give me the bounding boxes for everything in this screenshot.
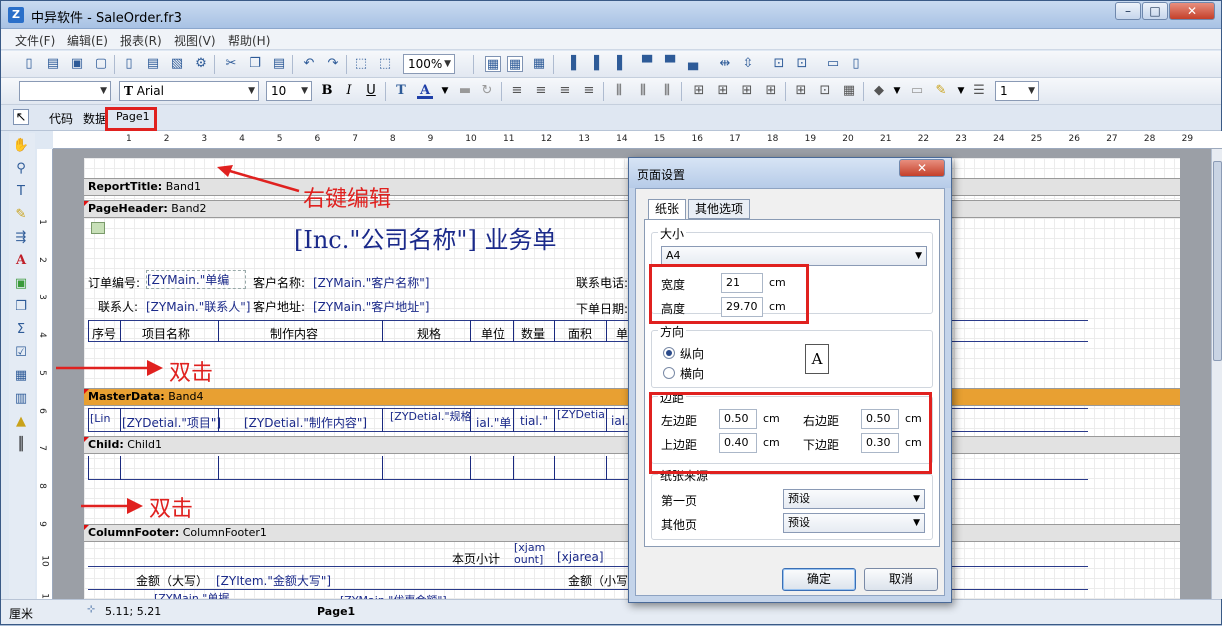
other-pages-select[interactable]: 预设 ▼ [783,513,925,533]
dialog-title: 页面设置 [637,168,686,182]
status-unit: 厘米 [9,607,34,621]
paper-size-select[interactable]: A4 ▼ [661,246,927,266]
other-pages-value: 预设 [788,516,810,529]
portrait-label[interactable]: 纵向 [680,345,704,362]
highlight-margins [649,392,932,474]
dialog-title-bar: 页面设置 ✕ [629,158,951,188]
annotation-arrows [56,165,300,514]
first-page-select[interactable]: 预设 ▼ [783,489,925,509]
landscape-radio[interactable] [663,367,675,379]
cancel-button[interactable]: 取消 [864,568,938,591]
first-page-label: 第一页 [661,494,698,508]
size-group-label: 大小 [658,225,687,242]
annotation-double-click-2: 双击 [149,497,194,522]
scroll-thumb[interactable] [1213,161,1222,361]
status-coords: 5.11; 5.21 [105,605,162,618]
tab-other-options[interactable]: 其他选项 [688,199,751,219]
status-bar: 厘米 ⊹ 5.11; 5.21 Page1 [1,599,1221,624]
highlight-size-fields [649,264,809,324]
chevron-down-icon: ▼ [913,518,920,528]
annotation-double-click-1: 双击 [169,361,214,386]
tab-paper[interactable]: 纸张 [648,199,687,220]
chevron-down-icon: ▼ [915,251,922,261]
portrait-radio[interactable] [663,347,675,359]
annotation-right-click-edit: 右键编辑 [303,187,392,212]
other-pages-label: 其他页 [661,518,698,532]
chevron-down-icon: ▼ [913,494,920,504]
paper-size-value: A4 [666,249,681,262]
orientation-preview-icon: A [805,344,829,374]
first-page-value: 预设 [788,492,810,505]
vertical-scrollbar[interactable] [1211,149,1222,599]
ok-button[interactable]: 确定 [782,568,856,591]
status-page: Page1 [317,605,356,618]
cursor-icon: ⊹ [87,604,96,615]
landscape-label[interactable]: 横向 [680,365,704,382]
main-window: Z 中异软件 - SaleOrder.fr3 – □ ✕ 文件(F) 编辑(E)… [0,0,1222,625]
page-setup-dialog: 页面设置 ✕ 纸张 其他选项 大小 A4 ▼ 宽度 21 cm 高度 29.70 … [628,157,952,603]
dialog-close-button[interactable]: ✕ [899,159,945,177]
orientation-group-label: 方向 [658,323,687,340]
